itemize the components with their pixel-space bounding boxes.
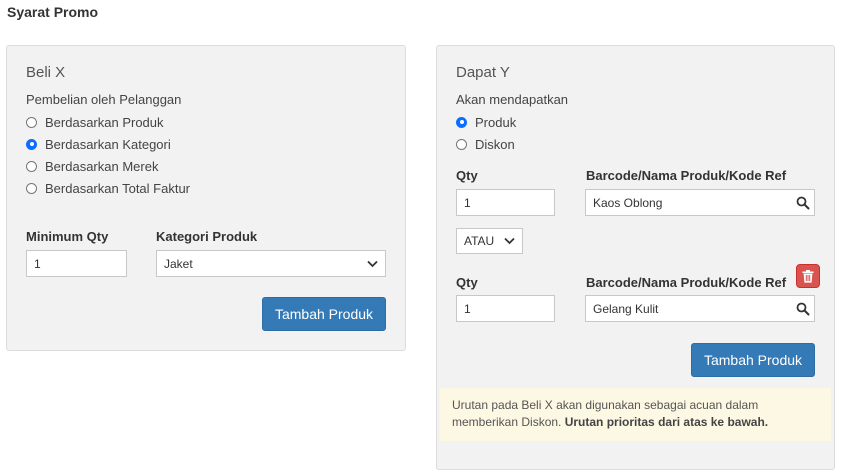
product-search-value: Gelang Kulit [593,301,659,316]
qty-input[interactable]: 1 [456,189,555,216]
kategori-produk-select[interactable]: Jaket [156,250,386,277]
trash-icon [802,269,814,283]
note-bold-text: Urutan prioritas dari atas ke bawah. [564,415,769,429]
dapat-y-heading: Dapat Y [456,64,510,81]
purchase-by-customer-label: Pembelian oleh Pelanggan [26,92,182,107]
radio-button[interactable] [26,116,37,128]
qty-input[interactable]: 1 [456,295,555,322]
operator-value: ATAU [464,234,495,248]
kategori-produk-label: Kategori Produk [156,229,258,244]
dapat-y-panel: Dapat Y Akan mendapatkan Produk Diskon Q… [436,45,835,470]
chevron-down-icon [504,237,515,245]
radio-produk[interactable]: Produk [456,113,516,131]
product-search-value: Kaos Oblong [593,195,663,210]
receive-label: Akan mendapatkan [456,92,569,107]
radio-label: Berdasarkan Merek [45,158,159,174]
search-icon[interactable] [796,196,810,210]
radio-label: Berdasarkan Produk [45,114,164,130]
tambah-produk-button[interactable]: Tambah Produk [691,343,815,377]
radio-button[interactable] [26,182,37,194]
minimum-qty-value: 1 [34,256,41,271]
qty-value: 1 [464,195,471,210]
radio-button-checked[interactable] [456,116,467,128]
radio-label: Berdasarkan Total Faktur [45,180,190,196]
kategori-produk-value: Jaket [164,256,193,271]
search-icon[interactable] [796,302,810,316]
qty-value: 1 [464,301,471,316]
chevron-down-icon [367,260,378,267]
radio-button[interactable] [456,138,467,150]
tambah-produk-button[interactable]: Tambah Produk [262,297,386,331]
radio-label: Diskon [475,136,515,152]
radio-berdasarkan-merek[interactable]: Berdasarkan Merek [26,157,158,175]
radio-berdasarkan-kategori[interactable]: Berdasarkan Kategori [26,135,171,153]
radio-button-checked[interactable] [26,138,37,150]
radio-button[interactable] [26,160,37,172]
radio-diskon[interactable]: Diskon [456,135,515,153]
minimum-qty-label: Minimum Qty [26,229,109,244]
beli-x-heading: Beli X [26,64,66,81]
radio-berdasarkan-total-faktur[interactable]: Berdasarkan Total Faktur [26,179,190,197]
radio-label: Berdasarkan Kategori [45,136,171,152]
product-search-label: Barcode/Nama Produk/Kode Ref [586,275,787,290]
beli-x-panel: Beli X Pembelian oleh Pelanggan Berdasar… [6,45,406,351]
minimum-qty-input[interactable]: 1 [26,250,127,277]
radio-berdasarkan-produk[interactable]: Berdasarkan Produk [26,113,164,131]
product-search-input[interactable]: Kaos Oblong [585,189,815,216]
product-search-input[interactable]: Gelang Kulit [585,295,815,322]
qty-label: Qty [456,168,478,183]
page-title: Syarat Promo [7,4,99,20]
radio-label: Produk [475,114,517,130]
product-search-label: Barcode/Nama Produk/Kode Ref [586,168,787,183]
operator-select[interactable]: ATAU [456,228,523,254]
delete-row-button[interactable] [796,264,820,288]
qty-label: Qty [456,275,478,290]
info-note: Urutan pada Beli X akan digunakan sebaga… [440,388,831,441]
